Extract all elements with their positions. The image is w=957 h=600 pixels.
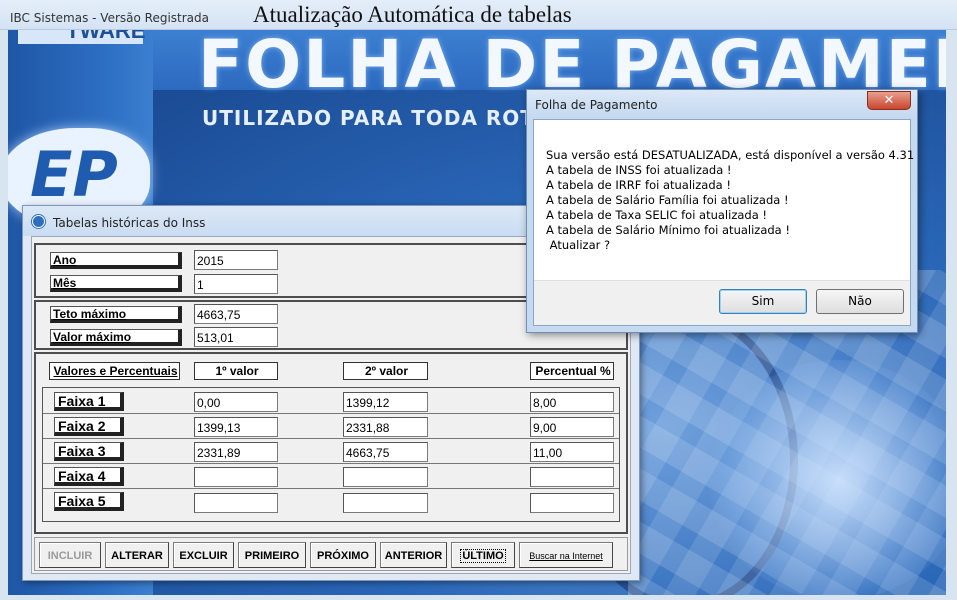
dialog-message-line: A tabela de INSS foi atualizada ! [546, 163, 732, 177]
ano-field[interactable]: 2015 [194, 250, 278, 270]
faixa-1-valor-2-field[interactable]: 1399,12 [343, 392, 428, 412]
dialog-body: Sua versão está DESATUALIZADA, está disp… [533, 119, 914, 326]
ultimo-button-label: ÚLTIMO [460, 549, 506, 563]
teto-maximo-field[interactable]: 4663,75 [194, 304, 278, 324]
faixa-4-valor-2-field[interactable] [343, 467, 428, 487]
dialog-message-line: Atualizar ? [546, 238, 611, 252]
mes-field[interactable]: 1 [194, 274, 278, 294]
buscar-na-internet-button[interactable]: Buscar na Internet [519, 542, 613, 568]
dialog-message-line: Sua versão está DESATUALIZADA, está disp… [546, 148, 915, 162]
background-logo-text: EP [30, 138, 118, 211]
faixa-1-label: Faixa 1 [54, 392, 124, 411]
alterar-button[interactable]: ALTERAR [105, 542, 169, 568]
dialog-message-line: A tabela de Salário Família foi atualiza… [546, 193, 789, 207]
app-window-title: IBC Sistemas - Versão Registrada [10, 11, 210, 25]
valor-maximo-label: Valor máximo [50, 329, 182, 346]
valor-maximo-field[interactable]: 513,01 [194, 327, 278, 347]
faixa-1-percentual-field[interactable]: 8,00 [530, 392, 614, 412]
faixa-2-valor-1-field[interactable]: 1399,13 [194, 417, 278, 437]
incluir-button[interactable]: INCLUIR [39, 542, 101, 568]
dialog-titlebar[interactable]: Folha de Pagamento [527, 90, 917, 119]
app-icon [32, 215, 45, 228]
faixa-3-percentual-field[interactable]: 11,00 [530, 442, 614, 462]
dialog-message-line: A tabela de IRRF foi atualizada ! [546, 178, 731, 192]
proximo-button[interactable]: PRÓXIMO [310, 542, 376, 568]
faixa-3-valor-2-field[interactable]: 4663,75 [343, 442, 428, 462]
update-dialog: Folha de Pagamento ✕ Sua versão está DES… [526, 89, 918, 333]
faixa-3-valor-1-field[interactable]: 2331,89 [194, 442, 278, 462]
faixa-5-label: Faixa 5 [54, 492, 124, 511]
page-header: Atualização Automática de tabelas [253, 2, 572, 27]
faixa-2-valor-2-field[interactable]: 2331,88 [343, 417, 428, 437]
primeiro-button[interactable]: PRIMEIRO [238, 542, 306, 568]
column-header-2-valor: 2º valor [343, 362, 428, 380]
dialog-footer: Sim Não [534, 280, 910, 325]
background-top-strip-text: TWARE [66, 30, 146, 43]
mes-label: Mês [50, 275, 182, 292]
row-divider [43, 438, 619, 439]
column-header-percentual: Percentual % [530, 362, 614, 380]
nao-button[interactable]: Não [816, 289, 904, 314]
faixa-5-valor-1-field[interactable] [194, 493, 278, 513]
row-divider [43, 463, 619, 464]
faixa-1-valor-1-field[interactable]: 0,00 [194, 392, 278, 412]
faixa-2-percentual-field[interactable]: 9,00 [530, 417, 614, 437]
teto-maximo-label: Teto máximo [50, 306, 182, 323]
ultimo-button[interactable]: ÚLTIMO [451, 542, 515, 568]
close-icon[interactable]: ✕ [867, 91, 911, 110]
dialog-message: Sua versão está DESATUALIZADA, está disp… [546, 148, 914, 253]
dialog-title: Folha de Pagamento [535, 98, 658, 112]
faixa-4-percentual-field[interactable] [530, 467, 614, 487]
app-titlebar: IBC Sistemas - Versão Registrada Atualiz… [0, 0, 957, 30]
excluir-button[interactable]: EXCLUIR [173, 542, 234, 568]
anterior-button[interactable]: ANTERIOR [380, 542, 447, 568]
faixa-5-percentual-field[interactable] [530, 493, 614, 513]
dialog-message-line: A tabela de Salário Mínimo foi atualizad… [546, 223, 790, 237]
column-header-1-valor: 1º valor [194, 362, 278, 380]
row-divider [43, 413, 619, 414]
faixa-2-label: Faixa 2 [54, 417, 124, 436]
faixa-4-valor-1-field[interactable] [194, 467, 278, 487]
background-top-strip: TWARE [18, 30, 146, 44]
action-toolbar: INCLUIR ALTERAR EXCLUIR PRIMEIRO PRÓXIMO… [34, 537, 628, 571]
column-header-valores: Valores e Percentuais [49, 362, 180, 380]
faixa-5-valor-2-field[interactable] [343, 493, 428, 513]
faixa-4-label: Faixa 4 [54, 467, 124, 486]
ano-label: Ano [50, 252, 182, 269]
inss-window-title: Tabelas históricas do Inss [53, 216, 206, 230]
row-divider [43, 488, 619, 489]
dialog-message-line: A tabela de Taxa SELIC foi atualizada ! [546, 208, 768, 222]
sim-button[interactable]: Sim [719, 289, 807, 314]
faixa-3-label: Faixa 3 [54, 442, 124, 461]
background-subtitle: UTILIZADO PARA TODA ROTINA [202, 106, 578, 130]
